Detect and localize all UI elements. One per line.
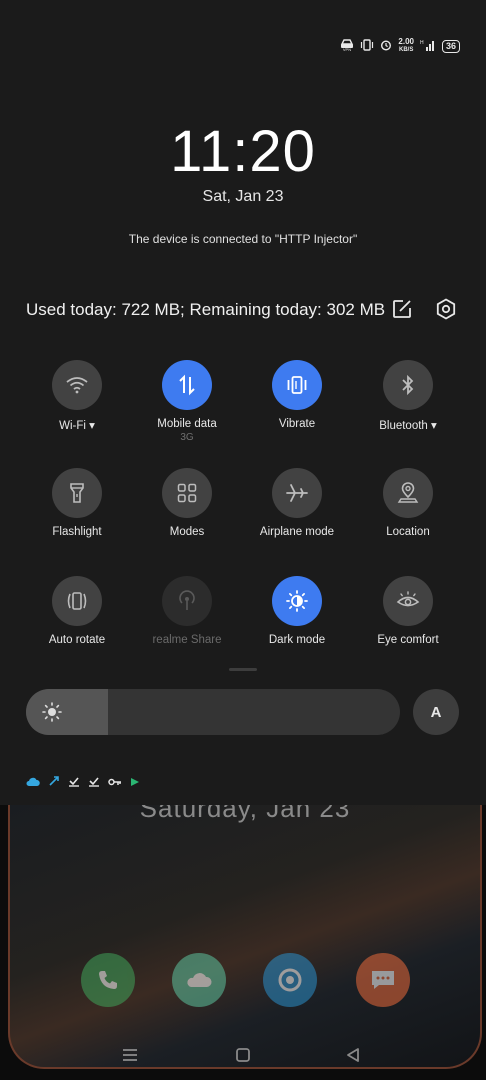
tile-flashlight[interactable]: Flashlight (22, 468, 132, 538)
quick-settings-panel: VPN 2.00 KB/S H 36 11:20 Sat, Jan 23 The… (0, 0, 486, 805)
tile-mobile-data-sub: 3G (180, 432, 194, 443)
bluetooth-icon (402, 374, 414, 396)
tile-location-label: Location (386, 526, 430, 538)
edit-icon[interactable] (391, 298, 413, 320)
auto-rotate-icon (67, 592, 87, 610)
tile-wifi[interactable]: Wi-Fi ▾ (22, 360, 132, 432)
brightness-icon (42, 702, 62, 727)
tile-mobile-data-button[interactable] (162, 360, 212, 410)
tile-location-button[interactable] (383, 468, 433, 518)
key-icon (108, 776, 122, 790)
tile-dark-mode[interactable]: Dark mode (242, 576, 352, 646)
location-icon (397, 482, 419, 503)
tile-mobile-data[interactable]: Mobile data 3G (132, 360, 242, 443)
status-bar: VPN 2.00 KB/S H 36 (340, 38, 460, 54)
panel-drag-handle[interactable] (229, 668, 257, 671)
vpn-notice[interactable]: The device is connected to "HTTP Injecto… (0, 232, 486, 246)
tile-realme-share: realme Share (132, 576, 242, 646)
tile-modes-button[interactable] (162, 468, 212, 518)
browser-app-icon[interactable] (263, 953, 317, 1007)
data-usage-text[interactable]: Used today: 722 MB; Remaining today: 302… (26, 300, 385, 320)
svg-text:H: H (420, 40, 424, 46)
phone-app-icon[interactable] (81, 953, 135, 1007)
alarm-icon (380, 39, 392, 54)
svg-text:VPN: VPN (343, 47, 351, 51)
tile-vibrate-button[interactable] (272, 360, 322, 410)
vpn-icon: VPN (340, 38, 354, 54)
settings-icon[interactable] (435, 298, 457, 320)
tile-realme-share-button (162, 576, 212, 626)
tile-realme-share-label: realme Share (152, 634, 222, 646)
brightness-fill (26, 689, 108, 735)
tile-bluetooth-button[interactable] (383, 360, 433, 410)
brightness-slider[interactable] (26, 689, 400, 735)
injector-icon (48, 775, 60, 790)
tile-bluetooth[interactable]: Bluetooth ▾ (353, 360, 463, 432)
share-icon (179, 590, 195, 610)
network-speed-value: 2.00 (398, 37, 414, 46)
tile-vibrate[interactable]: Vibrate (242, 360, 352, 430)
back-nav-icon[interactable] (342, 1044, 364, 1066)
wifi-icon (66, 377, 88, 394)
network-speed-unit: KB/S (399, 47, 414, 53)
tile-modes[interactable]: Modes (132, 468, 242, 538)
tile-vibrate-label: Vibrate (278, 418, 316, 430)
tile-eye-comfort-button[interactable] (383, 576, 433, 626)
network-speed: 2.00 KB/S (398, 38, 414, 54)
tile-airplane-button[interactable] (272, 468, 322, 518)
airplane-icon (286, 484, 308, 502)
auto-brightness-button[interactable]: A (413, 689, 459, 735)
tile-wifi-button[interactable] (52, 360, 102, 410)
cloud-icon (26, 776, 40, 790)
download-done-icon (68, 775, 80, 790)
mobile-data-icon (179, 374, 195, 396)
tile-auto-rotate-button[interactable] (52, 576, 102, 626)
eye-comfort-icon (396, 591, 420, 607)
tile-flashlight-label: Flashlight (52, 526, 102, 538)
tile-bluetooth-label: Bluetooth ▾ (379, 420, 437, 432)
flashlight-icon (70, 483, 84, 503)
signal-icon: H (420, 39, 436, 54)
date: Sat, Jan 23 (202, 188, 284, 205)
menu-nav-icon[interactable] (119, 1044, 141, 1066)
home-screen-preview: Saturday, Jan 23 (8, 805, 482, 1069)
play-store-icon (130, 776, 140, 790)
battery-indicator: 36 (441, 39, 460, 53)
notification-icons (26, 775, 140, 790)
home-date: Saturday, Jan 23 (139, 805, 351, 823)
tile-auto-rotate[interactable]: Auto rotate (22, 576, 132, 646)
navigation-bar (0, 1040, 486, 1070)
home-nav-icon[interactable] (232, 1044, 254, 1066)
clock: 11:20 (170, 119, 316, 184)
tile-location[interactable]: Location (353, 468, 463, 538)
messages-app-icon[interactable] (356, 953, 410, 1007)
weather-app-icon[interactable] (172, 953, 226, 1007)
tile-flashlight-button[interactable] (52, 468, 102, 518)
vibrate-icon (287, 376, 307, 394)
tile-dark-mode-button[interactable] (272, 576, 322, 626)
tile-auto-rotate-label: Auto rotate (48, 634, 106, 646)
tile-eye-comfort-label: Eye comfort (377, 634, 439, 646)
modes-icon (177, 483, 197, 503)
vibrate-status-icon (360, 38, 374, 54)
tile-airplane-label: Airplane mode (259, 526, 335, 538)
tile-mobile-data-label: Mobile data (157, 418, 217, 430)
dark-mode-icon (286, 590, 308, 612)
tile-airplane[interactable]: Airplane mode (242, 468, 352, 538)
tile-dark-mode-label: Dark mode (268, 634, 326, 646)
download-done-icon-2 (88, 775, 100, 790)
tile-wifi-label: Wi-Fi ▾ (59, 420, 95, 432)
tile-modes-label: Modes (169, 526, 205, 538)
tile-eye-comfort[interactable]: Eye comfort (353, 576, 463, 646)
